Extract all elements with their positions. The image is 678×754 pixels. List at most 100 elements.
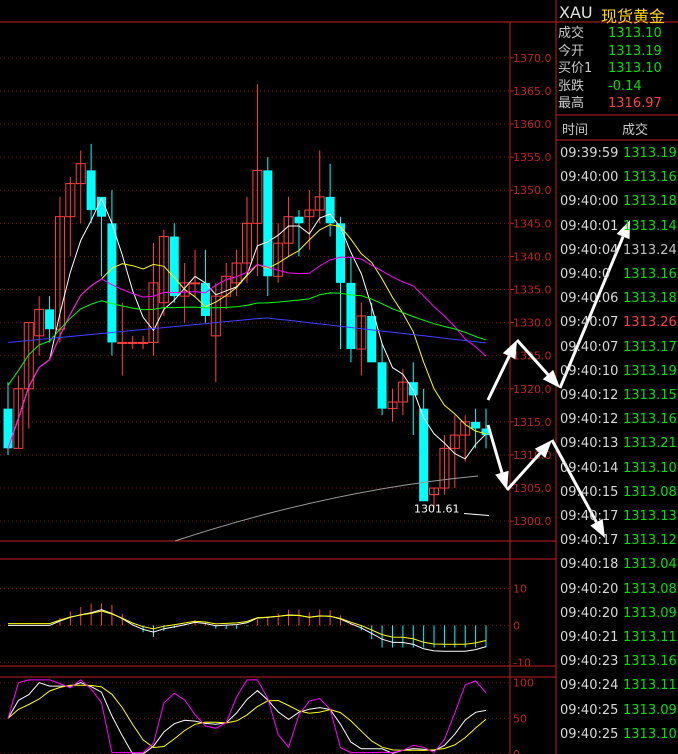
ticks-header-price: 成交 — [622, 123, 649, 138]
tick-row: 09:40:00 1313.16 — [556, 166, 678, 190]
tick-time: 09:40:0 — [560, 267, 611, 282]
tick-label: 1335.0 — [513, 284, 552, 297]
quote-value: 1313.19 — [608, 43, 662, 59]
tick-price: 1313.12 — [623, 533, 677, 549]
tick-price: 1313.08 — [623, 581, 677, 597]
tick-price: 1313.08 — [623, 484, 677, 500]
tick-row: 09:40:23 1313.16 — [556, 650, 678, 674]
quote-label: 最高 — [558, 96, 585, 112]
tick-row: 09:40:07 1313.17 — [556, 336, 678, 360]
tick-label: 1370.0 — [513, 52, 552, 65]
tick-price: 1313.15 — [623, 388, 677, 403]
price-grid — [0, 57, 510, 522]
tick-time: 09:40:23 — [560, 654, 619, 670]
tick-row: 09:40:13 1313.21 — [556, 432, 678, 456]
kdj-panel: 100 50 0 — [0, 677, 534, 754]
kdj-line — [7, 679, 487, 754]
candle-body — [200, 282, 210, 316]
tick-row: 09:40:20 1313.08 — [556, 578, 678, 602]
tick-time: 09:40:06 — [560, 291, 619, 307]
tick-time: 09:40:07 — [560, 315, 619, 331]
quote-label: 成交 — [558, 26, 585, 41]
tick-row: 09:40:20 1313.09 — [556, 602, 678, 626]
tick-time: 09:40:15 — [560, 484, 619, 500]
tick-time: 09:40:18 — [560, 557, 619, 573]
tick-time: 09:40:25 — [560, 702, 619, 718]
tick-time: 09:40:01 — [560, 218, 619, 234]
quote-value: -0.14 — [608, 78, 642, 94]
quote-row: 张跌 -0.14 — [556, 79, 678, 95]
kdj-tick-label: 50 — [513, 712, 527, 725]
macd-dea — [8, 610, 487, 645]
tick-time: 09:40:10 — [560, 363, 619, 379]
tick-row: 09:40:01 1313.14 — [556, 215, 678, 239]
macd-dif — [8, 609, 487, 652]
candle-body — [336, 223, 346, 283]
candle-body — [471, 421, 481, 429]
quote-row: 买价1 1313.10 — [556, 61, 678, 77]
tick-row: 09:40:0 1313.16 — [556, 263, 678, 287]
tick-time: 09:40:07 — [560, 339, 619, 355]
low-label: 1301.61 — [414, 502, 460, 515]
tick-price: 1313.16 — [623, 267, 677, 282]
tick-price: 1313.18 — [623, 291, 677, 307]
kdj-tick-label: 100 — [513, 677, 534, 690]
tick-row: 09:40:25 1313.10 — [556, 723, 678, 747]
tick-price: 1313.17 — [623, 339, 677, 355]
tick-time: 09:40:04 — [560, 242, 619, 258]
tick-row: 09:40:07 1313.26 — [556, 311, 678, 335]
quote-label: 张跌 — [558, 78, 585, 94]
header-name: 现货黄金 — [601, 7, 666, 26]
quote-row: 今开 1313.19 — [556, 44, 678, 60]
header-symbol: XAU — [559, 3, 593, 22]
macd-tick-label: 0 — [513, 619, 520, 632]
quote-value: 1313.10 — [608, 61, 662, 77]
candle-body — [117, 341, 128, 344]
tick-time: 09:40:12 — [560, 388, 619, 403]
tick-price: 1313.21 — [623, 436, 677, 452]
tick-label: 1355.0 — [513, 151, 552, 164]
kdj-line — [7, 682, 487, 754]
candle-body — [169, 236, 179, 297]
quote-row: 最高 1316.97 — [556, 96, 678, 112]
tick-price: 1313.10 — [623, 460, 677, 476]
quote-label: 买价1 — [558, 61, 593, 77]
tick-price: 1313.16 — [623, 170, 677, 186]
tick-price: 1313.26 — [623, 315, 677, 331]
tick-row: 09:40:12 1313.15 — [556, 384, 678, 408]
tick-time: 09:40:12 — [560, 412, 619, 428]
candles — [3, 84, 491, 508]
tick-label: 1300.0 — [513, 515, 552, 528]
tick-price: 1313.19 — [623, 363, 677, 379]
tick-time: 09:40:24 — [560, 678, 619, 694]
low-marker-line — [463, 512, 490, 516]
tick-row: 09:40:24 1313.11 — [556, 674, 678, 698]
tick-time: 09:40:13 — [560, 436, 619, 452]
tick-time: 09:40:20 — [560, 581, 619, 597]
tick-label: 1315.0 — [513, 416, 552, 429]
tick-label: 1350.0 — [513, 184, 552, 197]
ticks-header-time: 时间 — [562, 123, 589, 138]
tick-label: 1340.0 — [513, 250, 552, 263]
tick-time: 09:40:21 — [560, 630, 619, 645]
tick-row: 09:40:10 1313.19 — [556, 360, 678, 384]
candle-body — [408, 382, 418, 396]
tick-price: 1313.09 — [623, 702, 677, 718]
tick-price: 1313.14 — [623, 218, 677, 234]
tick-price: 1313.13 — [623, 509, 677, 524]
tick-row: 09:40:25 1313.09 — [556, 699, 678, 723]
tick-time: 09:40:00 — [560, 170, 619, 186]
tick-label: 1320.0 — [513, 383, 552, 396]
arrow-shaft — [486, 355, 511, 401]
macd-tick-label: 10 — [513, 583, 527, 596]
ma-line — [7, 292, 487, 386]
tick-row: 09:40:06 1313.18 — [556, 287, 678, 311]
tick-row: 09:40:14 1313.10 — [556, 457, 678, 481]
candle-body — [86, 170, 96, 211]
tick-row: 09:40:15 1313.08 — [556, 481, 678, 505]
candle-body — [294, 216, 304, 224]
tick-price: 1313.11 — [623, 630, 677, 645]
candle-body — [45, 309, 55, 330]
tick-row: 09:39:59 1313.19 — [556, 142, 678, 166]
quote-label: 今开 — [558, 43, 585, 59]
